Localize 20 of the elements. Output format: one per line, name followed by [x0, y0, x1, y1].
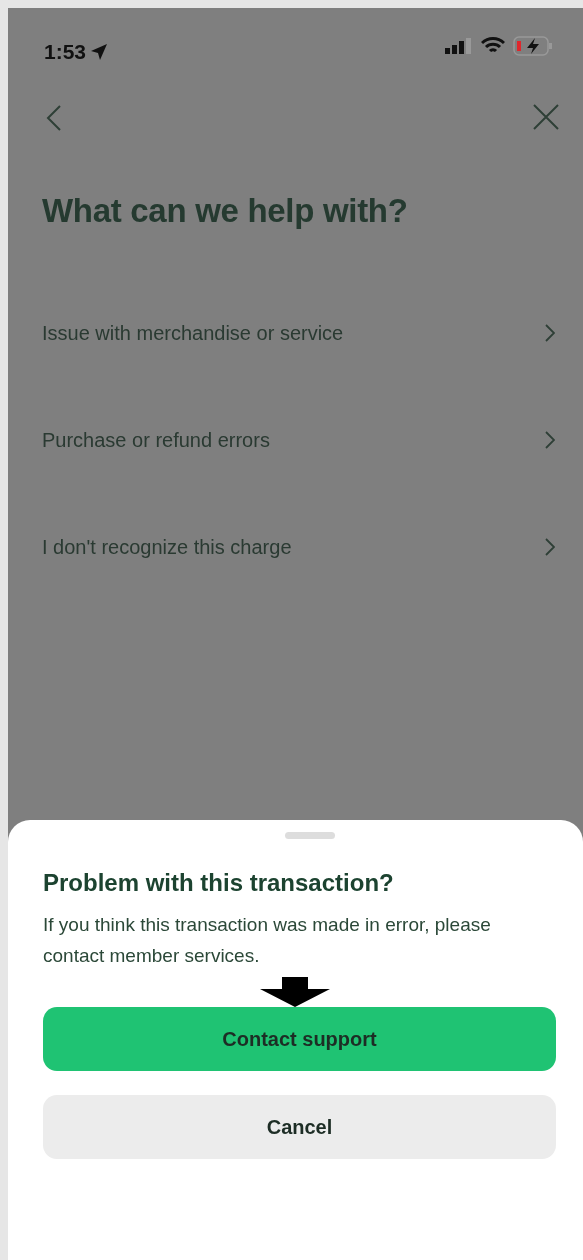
- wifi-icon: [481, 37, 505, 55]
- cancel-button[interactable]: Cancel: [43, 1095, 556, 1159]
- signal-icon: [445, 38, 473, 54]
- back-icon[interactable]: [46, 104, 62, 132]
- help-option[interactable]: I don't recognize this charge: [8, 493, 583, 601]
- chevron-right-icon: [545, 431, 555, 449]
- status-time: 1:53: [44, 39, 87, 65]
- battery-charging-icon: [513, 36, 553, 56]
- down-arrow-icon: [259, 977, 330, 1007]
- drag-handle[interactable]: [284, 832, 335, 839]
- page-title: What can we help with?: [42, 191, 409, 231]
- contact-support-button[interactable]: Contact support: [43, 1007, 556, 1071]
- sheet-message: If you think this transaction was made in error, please contact member services.: [43, 913, 492, 968]
- help-option[interactable]: Issue with merchandise or service: [8, 279, 583, 387]
- sheet-title: Problem with this transaction?: [43, 868, 395, 898]
- location-arrow-icon: [90, 42, 109, 61]
- close-icon[interactable]: [533, 104, 559, 130]
- help-option[interactable]: Purchase or refund errors: [8, 386, 583, 494]
- chevron-right-icon: [545, 538, 555, 556]
- chevron-right-icon: [545, 324, 555, 342]
